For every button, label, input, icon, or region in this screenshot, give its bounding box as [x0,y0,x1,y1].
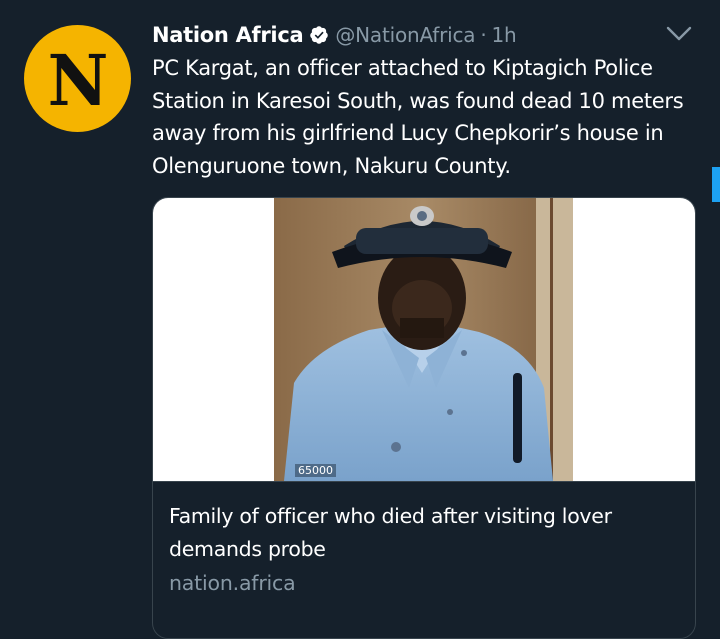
photo-number-tag: 65000 [295,464,336,477]
chevron-down-icon[interactable] [664,22,694,46]
card-image-area[interactable]: 65000 [153,198,695,481]
tweet-header: Nation Africa @NationAfrica · 1h [152,18,517,52]
card-title[interactable]: Family of officer who died after visitin… [169,500,679,566]
verified-badge-icon [309,25,329,45]
officer-photo: 65000 [274,198,573,481]
separator-dot: · [480,23,487,47]
avatar-logo-letter: N [47,38,108,122]
link-preview-card[interactable]: 65000 Family of officer who died after v… [152,197,696,639]
display-name[interactable]: Nation Africa [152,23,304,47]
card-domain: nation.africa [169,571,296,595]
card-divider [153,481,695,482]
avatar[interactable]: N [24,25,131,132]
user-handle[interactable]: @NationAfrica [335,23,475,47]
tweet-text: PC Kargat, an officer attached to Kiptag… [152,56,684,178]
scroll-indicator [712,167,720,202]
tweet[interactable]: N Nation Africa @NationAfrica · 1h PC Ka… [0,0,720,639]
tweet-timestamp[interactable]: 1h [491,23,516,47]
